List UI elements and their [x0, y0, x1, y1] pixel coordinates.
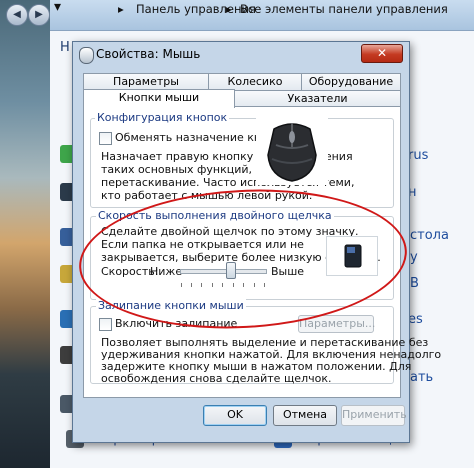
- cp-item-fragment[interactable]: rus: [408, 148, 428, 163]
- click-lock-desc-line: освобождения снова сделайте щелчок.: [101, 372, 332, 385]
- mouse-icon: [79, 47, 94, 64]
- cp-item-fragment[interactable]: стола: [410, 228, 449, 243]
- button-config-title: Конфигурация кнопок: [95, 111, 230, 124]
- forward-button[interactable]: ▶: [28, 4, 50, 26]
- breadcrumb-all-items[interactable]: Все элементы панели управления: [240, 2, 448, 16]
- control-panel-heading: Н: [60, 40, 70, 55]
- mouse-illustration: [256, 115, 328, 185]
- cp-item-fragment[interactable]: В: [410, 276, 419, 291]
- back-button[interactable]: ◀: [6, 4, 28, 26]
- tab-buttons[interactable]: Кнопки мыши: [83, 89, 235, 108]
- recent-pages-dropdown[interactable]: ▾: [54, 0, 61, 15]
- dialog-title: Свойства: Мышь: [96, 47, 201, 61]
- cp-item-fragment[interactable]: es: [408, 312, 423, 327]
- address-bar: ◀ ▶ ▾ ▸ Панель управления ▸ Все элементы…: [6, 0, 474, 31]
- cp-item-fragment[interactable]: у: [410, 250, 418, 265]
- tab-hardware[interactable]: Оборудование: [301, 73, 401, 91]
- ok-button[interactable]: OK: [203, 405, 267, 426]
- apply-button[interactable]: Применить: [341, 405, 407, 426]
- cp-item-fragment[interactable]: ать: [410, 370, 433, 385]
- click-lock-checkbox[interactable]: [99, 318, 112, 331]
- dialog-title-bar[interactable]: Свойства: Мышь ✕: [73, 42, 409, 68]
- close-icon: ✕: [376, 46, 388, 60]
- cancel-button[interactable]: Отмена: [273, 405, 337, 426]
- breadcrumb-control-panel[interactable]: Панель управления: [136, 2, 256, 16]
- breadcrumb-arrow-icon: ▸: [118, 2, 124, 16]
- close-button[interactable]: ✕: [361, 44, 403, 63]
- breadcrumb-separator-icon: ▸: [226, 2, 232, 16]
- swap-buttons-checkbox[interactable]: [99, 132, 112, 145]
